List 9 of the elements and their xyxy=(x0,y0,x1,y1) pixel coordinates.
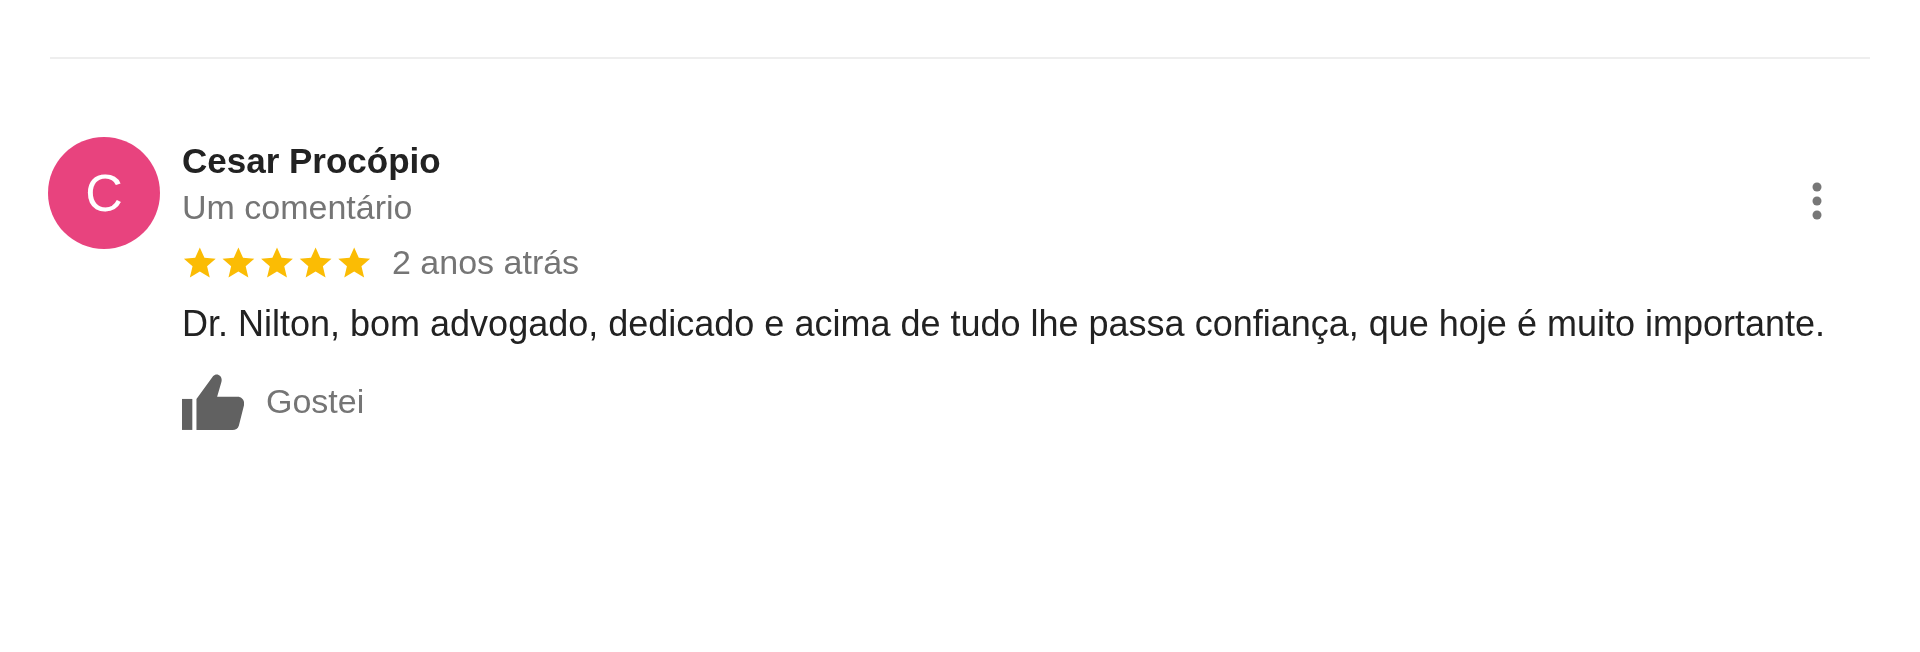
like-button[interactable]: Gostei xyxy=(182,372,365,430)
review-text: Dr. Nilton, bom advogado, dedicado e acima de tudo lhe passa confiança, que hoje é muito importante. xyxy=(182,304,1827,344)
review-count: Um comentário xyxy=(182,187,414,227)
thumbs-up-icon xyxy=(182,372,244,430)
more-options-button[interactable] xyxy=(1812,182,1822,220)
author-name[interactable]: Cesar Procópio xyxy=(182,141,441,181)
review-date: 2 anos atrás xyxy=(392,243,580,282)
more-icon xyxy=(1812,182,1822,220)
avatar: C xyxy=(48,137,160,249)
